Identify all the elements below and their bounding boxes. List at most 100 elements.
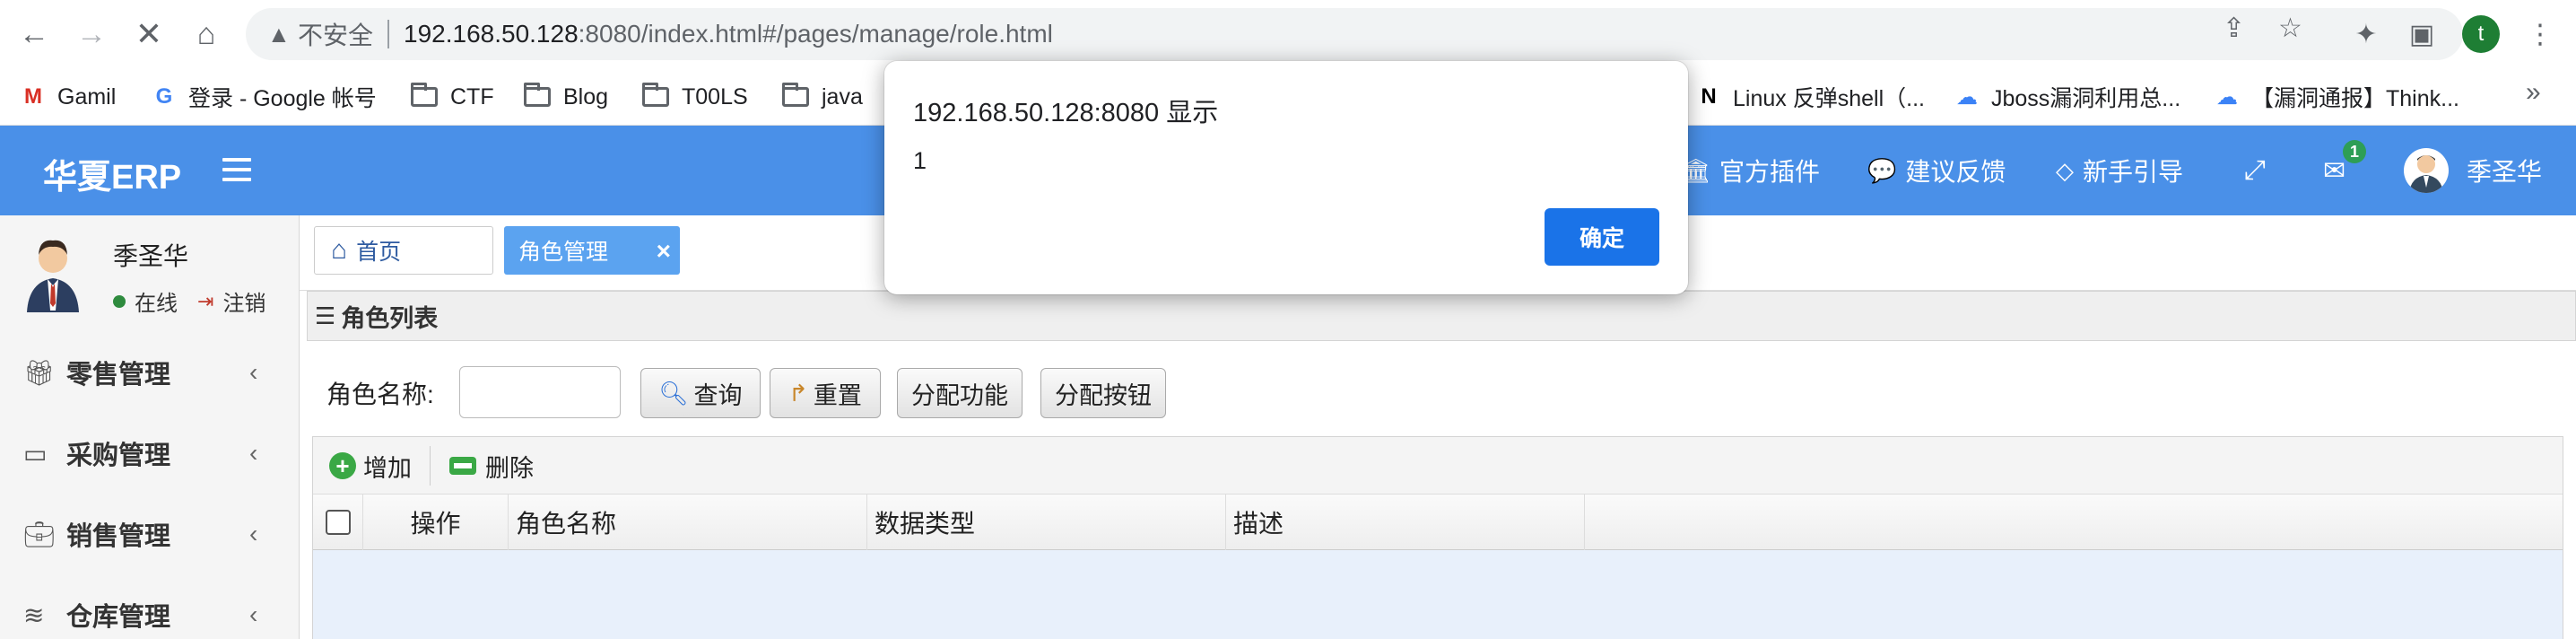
sidebar-user-avatar bbox=[22, 232, 84, 312]
bookmark-folder-java[interactable]: java bbox=[782, 68, 863, 126]
menu-toggle-icon[interactable] bbox=[222, 158, 251, 183]
header-user-avatar[interactable] bbox=[2404, 148, 2449, 193]
logout-link[interactable]: 注销 bbox=[222, 285, 265, 317]
chevron-left-icon: ‹ bbox=[249, 439, 258, 467]
delete-button[interactable]: 删除 bbox=[449, 437, 534, 495]
bookmark-gamil[interactable]: M Gamil bbox=[20, 68, 116, 126]
tab-role-management-label: 角色管理 bbox=[518, 240, 609, 265]
address-bar[interactable]: ▲ 不安全 192.168.50.128:8080/index.html#/pa… bbox=[246, 8, 2463, 60]
briefcase-icon: 💼︎ bbox=[23, 520, 56, 548]
sidebar-item-label: 零售管理 bbox=[66, 361, 171, 390]
url-text[interactable]: 192.168.50.128:8080/index.html#/pages/ma… bbox=[404, 20, 1053, 48]
bookmark-label: T00LS bbox=[682, 83, 748, 109]
profile-avatar[interactable]: t bbox=[2462, 15, 2500, 53]
assign-button-button[interactable]: 分配按钮 bbox=[1040, 368, 1166, 418]
bookmark-think[interactable]: ☁ 【漏洞通报】Think... bbox=[2214, 68, 2459, 126]
url-path: :8080/index.html#/pages/manage/role.html bbox=[578, 20, 1053, 48]
sidebar: 季圣华 在线 ⇥ 注销 🎁︎ 零售管理 ‹ ▭ 采购管理 ‹ 💼︎ 销售管理 ‹… bbox=[0, 215, 300, 639]
bookmark-label: Blog bbox=[563, 83, 609, 109]
select-all-checkbox[interactable] bbox=[325, 510, 351, 535]
header-guide-link[interactable]: ◇ 新手引导 bbox=[2056, 126, 2183, 215]
alert-dialog: 192.168.50.128:8080 显示 1 确定 bbox=[884, 61, 1688, 294]
reset-button[interactable]: ↱ 重置 bbox=[770, 368, 881, 418]
header-guide-label: 新手引导 bbox=[2083, 158, 2184, 186]
tab-role-management[interactable]: 角色管理 × bbox=[504, 226, 680, 275]
cloud-icon: ☁ bbox=[2216, 84, 2238, 109]
sidebar-user-status: 在线 ⇥ 注销 bbox=[113, 285, 265, 317]
bookmark-linux-shell[interactable]: N Linux 反弹shell（... bbox=[1695, 68, 1925, 126]
role-name-input[interactable] bbox=[459, 366, 621, 418]
url-host: 192.168.50.128 bbox=[404, 20, 579, 48]
bookmark-folder-t00ls[interactable]: T00LS bbox=[642, 68, 748, 126]
extensions-puzzle-icon[interactable]: ✦ bbox=[2343, 11, 2389, 57]
sidebar-item-warehouse[interactable]: ≋ 仓库管理 ‹ bbox=[0, 574, 300, 639]
home-icon[interactable]: ⌂ bbox=[183, 11, 230, 57]
query-button-label: 查询 bbox=[693, 381, 743, 409]
share-icon[interactable]: ⇪ bbox=[2223, 13, 2245, 44]
notion-icon: N bbox=[1701, 84, 1717, 109]
bookmark-jboss[interactable]: ☁ Jboss漏洞利用总... bbox=[1954, 68, 2180, 126]
folder-icon bbox=[524, 83, 551, 107]
select-all-cell bbox=[313, 495, 363, 550]
assign-function-label: 分配功能 bbox=[911, 381, 1008, 409]
role-name-label: 角色名称: bbox=[326, 381, 434, 408]
header-feedback-link[interactable]: 💬 建议反馈 bbox=[1867, 126, 2006, 215]
column-header-description[interactable]: 描述 bbox=[1226, 495, 1585, 550]
chevron-left-icon: ‹ bbox=[249, 520, 258, 547]
add-plus-icon: + bbox=[329, 452, 356, 479]
browser-toolbar: ← → ✕ ⌂ ▲ 不安全 192.168.50.128:8080/index.… bbox=[0, 0, 2576, 68]
reset-arrow-icon: ↱ bbox=[788, 379, 808, 407]
forward-arrow-icon[interactable]: → bbox=[68, 11, 115, 57]
bookmark-star-icon[interactable]: ☆ bbox=[2278, 13, 2302, 44]
fullscreen-icon[interactable]: ⤢ bbox=[2244, 126, 2266, 215]
header-plugins-link[interactable]: 🏛 官方插件 bbox=[1681, 126, 1820, 215]
folder-icon bbox=[642, 83, 669, 107]
bookmark-google-login[interactable]: G 登录 - Google 帐号 bbox=[151, 68, 377, 126]
home-icon: ⌂ bbox=[331, 235, 348, 265]
comment-icon: 💬 bbox=[1867, 156, 1897, 184]
online-label: 在线 bbox=[135, 292, 178, 316]
back-arrow-icon[interactable]: ← bbox=[11, 11, 57, 57]
query-button[interactable]: 🔍︎ 查询 bbox=[640, 368, 761, 418]
column-header-role-name[interactable]: 角色名称 bbox=[509, 495, 867, 550]
panel-title-text: 角色列表 bbox=[341, 304, 439, 332]
chevron-left-icon: ‹ bbox=[249, 358, 258, 386]
search-form: 角色名称: 🔍︎ 查询 ↱ 重置 分配功能 分配按钮 bbox=[307, 341, 2576, 436]
browser-menu-icon[interactable]: ⋮ bbox=[2517, 11, 2563, 57]
stop-loading-icon[interactable]: ✕ bbox=[126, 11, 172, 57]
address-divider bbox=[387, 20, 390, 48]
side-panel-icon[interactable]: ▣ bbox=[2398, 11, 2445, 57]
bookmark-folder-ctf[interactable]: CTF bbox=[411, 68, 494, 126]
sidebar-item-retail[interactable]: 🎁︎ 零售管理 ‹ bbox=[0, 332, 300, 413]
add-button[interactable]: + 增加 bbox=[329, 437, 412, 495]
bookmark-label: 【漏洞通报】Think... bbox=[2251, 86, 2459, 111]
toolbar-divider bbox=[430, 446, 431, 486]
warning-triangle-icon: ▲ bbox=[267, 20, 291, 48]
chevron-left-icon: ‹ bbox=[249, 600, 258, 628]
bookmark-label: Jboss漏洞利用总... bbox=[1991, 86, 2181, 111]
add-button-label: 增加 bbox=[363, 454, 412, 482]
sidebar-item-purchase[interactable]: ▭ 采购管理 ‹ bbox=[0, 413, 300, 494]
assign-function-button[interactable]: 分配功能 bbox=[897, 368, 1023, 418]
monitor-icon: ▭ bbox=[23, 439, 48, 468]
mail-count-badge: 1 bbox=[2343, 140, 2366, 163]
app-logo[interactable]: 华夏ERP bbox=[43, 149, 181, 198]
logout-icon[interactable]: ⇥ bbox=[197, 290, 213, 313]
alert-dialog-message: 1 bbox=[913, 147, 927, 174]
header-user-name[interactable]: 季圣华 bbox=[2467, 126, 2542, 215]
bookmark-folder-blog[interactable]: Blog bbox=[524, 68, 608, 126]
google-icon: G bbox=[155, 84, 173, 109]
column-header-actions[interactable]: 操作 bbox=[363, 495, 509, 550]
mail-icon[interactable]: ✉ bbox=[2323, 126, 2345, 215]
grid-body bbox=[313, 550, 2563, 639]
tab-home[interactable]: ⌂ 首页 bbox=[314, 226, 493, 275]
bookmark-label: CTF bbox=[450, 83, 494, 109]
sidebar-item-sales[interactable]: 💼︎ 销售管理 ‹ bbox=[0, 494, 300, 574]
alert-ok-button[interactable]: 确定 bbox=[1545, 208, 1659, 266]
close-tab-icon[interactable]: × bbox=[657, 237, 671, 266]
cloud-icon: ☁ bbox=[1956, 84, 1978, 109]
header-plugins-label: 官方插件 bbox=[1719, 158, 1821, 186]
column-header-data-type[interactable]: 数据类型 bbox=[867, 495, 1226, 550]
bookmarks-overflow-icon[interactable]: » bbox=[2526, 77, 2541, 108]
gmail-icon: M bbox=[24, 84, 42, 109]
